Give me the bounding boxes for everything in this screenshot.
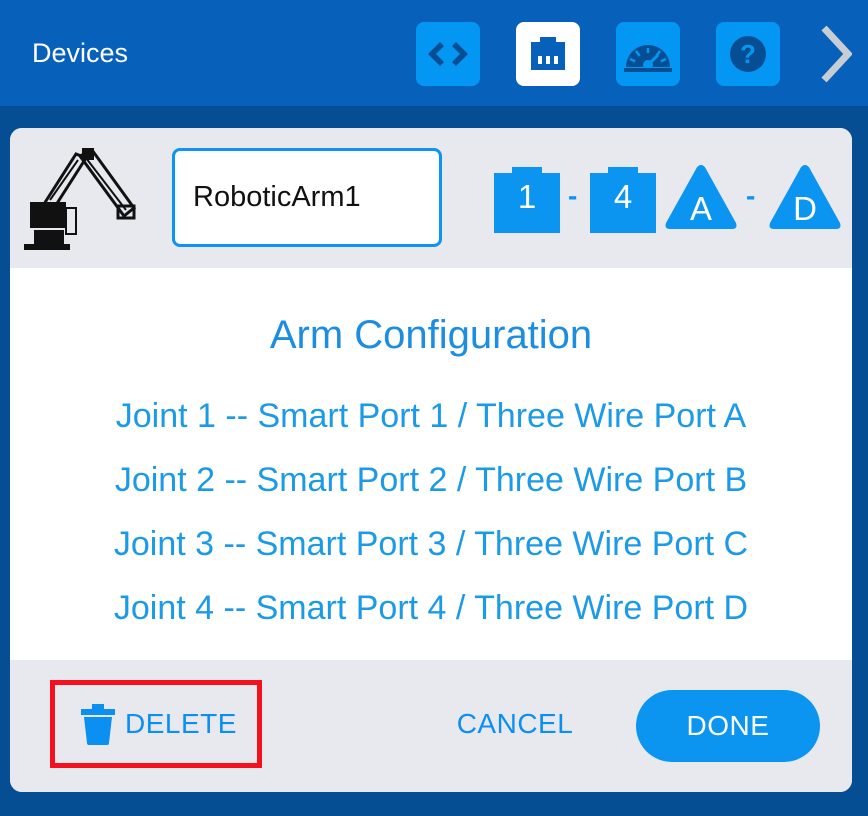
done-button[interactable]: DONE	[636, 690, 820, 762]
code-brackets-icon	[428, 42, 468, 66]
port-range-separator: -	[746, 180, 756, 211]
speedometer-icon	[624, 45, 672, 72]
device-header: RoboticArm1 1 - 4 A - D	[10, 128, 852, 268]
joint-config-line: Joint 3 -- Smart Port 3 / Three Wire Por…	[113, 525, 749, 563]
help-button[interactable]: ?	[716, 22, 780, 86]
svg-text:?: ?	[740, 39, 756, 69]
smart-port-end-badge[interactable]: 4	[590, 167, 656, 233]
smart-port-start-badge[interactable]: 1	[494, 167, 560, 233]
configuration-panel: Arm Configuration Joint 1 -- Smart Port …	[10, 268, 852, 660]
more-button[interactable]	[810, 22, 858, 86]
robotic-arm-icon	[24, 148, 137, 250]
top-bar: Devices ?	[0, 0, 868, 106]
three-wire-port-start-badge[interactable]: A	[664, 163, 738, 231]
delete-button[interactable]: DELETE	[50, 680, 262, 768]
joint-config-line: Joint 1 -- Smart Port 1 / Three Wire Por…	[115, 397, 747, 435]
code-view-button[interactable]	[416, 22, 480, 86]
dialog-footer: DELETE CANCEL DONE	[10, 660, 852, 792]
dashboard-button[interactable]	[616, 22, 680, 86]
smart-port-end: 4	[613, 178, 633, 215]
delete-label: DELETE	[125, 708, 237, 739]
device-config-dialog: RoboticArm1 1 - 4 A - D Arm Configuratio…	[10, 128, 852, 792]
smart-port-start: 1	[517, 178, 537, 215]
joint-config-line: Joint 2 -- Smart Port 2 / Three Wire Por…	[114, 461, 748, 499]
devices-button[interactable]	[516, 22, 580, 86]
trash-icon	[81, 704, 115, 745]
configuration-title: Arm Configuration	[269, 313, 593, 357]
page-title: Devices	[32, 38, 129, 68]
three-wire-port-start: A	[689, 190, 712, 227]
three-wire-port-end: D	[793, 190, 817, 227]
port-range-separator: -	[568, 180, 578, 211]
cancel-button[interactable]: CANCEL	[450, 704, 580, 744]
ethernet-port-icon	[531, 37, 565, 70]
joint-config-line: Joint 4 -- Smart Port 4 / Three Wire Por…	[113, 589, 749, 627]
help-icon: ?	[730, 36, 766, 72]
chevron-right-icon	[821, 25, 852, 83]
three-wire-port-end-badge[interactable]: D	[768, 163, 842, 231]
device-name-input[interactable]: RoboticArm1	[172, 148, 442, 247]
